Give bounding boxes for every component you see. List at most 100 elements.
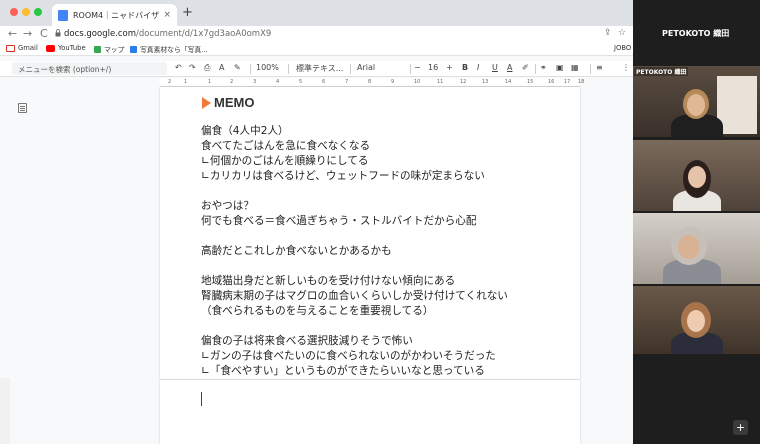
memo-heading-text: MEMO (214, 95, 255, 110)
photo-site-icon (130, 45, 137, 53)
forward-icon[interactable]: → (23, 27, 32, 40)
italic-button[interactable]: I (477, 63, 479, 72)
bookmark-youtube[interactable]: YouTube (46, 44, 86, 52)
bookmark-gmail[interactable]: Gmail (6, 44, 38, 52)
font-select[interactable]: Arial (357, 63, 375, 72)
docs-favicon-icon (58, 9, 68, 21)
reload-icon[interactable]: C (40, 27, 48, 40)
bookmark-label: Gmail (18, 44, 38, 52)
document-page-2[interactable] (160, 380, 580, 444)
memo-line: ∟ガンの子は食べたいのに食べられないのがかわいそうだった (201, 350, 496, 362)
toolbar-divider (410, 64, 411, 74)
speaker-banner: PETOKOTO 織田 (662, 29, 730, 38)
video-tile-2[interactable] (633, 140, 760, 211)
memo-line: 高齢だとこれしか食べないとかあるかも (201, 245, 392, 257)
ruler-tick-label: 1 (208, 79, 212, 85)
highlight-icon[interactable]: ✐ (522, 63, 529, 72)
back-icon[interactable]: ← (8, 27, 17, 40)
play-arrow-icon (202, 96, 211, 109)
ruler-tick-label: 10 (414, 79, 421, 85)
memo-line (201, 259, 576, 274)
video-tile-1[interactable]: PETOKOTO 織田 (633, 66, 760, 137)
youtube-icon (46, 44, 55, 52)
tab-title: ROOM4｜ニャドバイザー座談会 (73, 10, 160, 20)
url-field[interactable]: docs.google.com/document/d/1x7gd3aoA0omX… (64, 29, 271, 39)
ruler-tick-label: 17 (564, 79, 571, 85)
spellcheck-icon[interactable]: A (219, 63, 224, 72)
memo-line (201, 229, 576, 244)
new-tab-button[interactable]: + (182, 5, 193, 20)
text-color-button[interactable]: A (507, 63, 512, 72)
memo-line: ∟何個かのごはんを順繰りにしてる (201, 155, 369, 167)
ruler-tick-label: 7 (345, 79, 349, 85)
document-page[interactable]: MEMO 偏食（4人中2人） 食べてたごはんを急に食べなくなる ∟何個かのごはんを順… (160, 87, 580, 379)
maps-icon (94, 45, 101, 53)
ruler-tick-label: 5 (299, 79, 303, 85)
memo-line: 偏食の子は将来食べる選択肢減りそうで怖い (201, 335, 413, 347)
memo-line: （食べられるものを与えることを重要視してる） (201, 305, 434, 317)
zoom-window-button[interactable] (34, 8, 42, 16)
comment-icon[interactable]: ▣ (556, 63, 564, 72)
ruler-tick-label: 4 (276, 79, 280, 85)
gmail-icon (6, 44, 15, 52)
video-tile-4[interactable] (633, 286, 760, 354)
ruler-tick-label: 15 (527, 79, 534, 85)
memo-line: ∟カリカリは食べるけど、ウェットフードの味が定まらない (201, 170, 485, 182)
align-icon[interactable]: ≡ (596, 63, 603, 72)
font-size-minus-button[interactable]: − (414, 63, 421, 72)
toolbar-divider (535, 64, 536, 74)
minimize-window-button[interactable] (22, 8, 30, 16)
redo-icon[interactable]: ↷ (189, 63, 196, 72)
bookmark-star-icon[interactable]: ☆ (618, 28, 626, 38)
video-tile-3[interactable] (633, 213, 760, 284)
ruler-tick-label: 2 (168, 79, 172, 85)
bookmark-maps[interactable]: マップ (94, 44, 124, 54)
ruler-tick-label: 12 (460, 79, 467, 85)
toolbar-divider (350, 64, 351, 74)
zoom-select[interactable]: 100% (256, 63, 279, 72)
font-size-plus-button[interactable]: + (446, 63, 453, 72)
bookmark-photo-site[interactable]: 写真素材なら「写真... (130, 44, 208, 54)
ruler-tick-label: 9 (391, 79, 395, 85)
share-icon[interactable]: ⇪ (604, 28, 612, 38)
paint-format-icon[interactable]: ✎ (234, 63, 241, 72)
underline-button[interactable]: U (492, 63, 498, 72)
tab-strip: ROOM4｜ニャドバイザー座談会 × + (0, 0, 633, 26)
participant-name: PETOKOTO 織田 (634, 67, 689, 76)
memo-line (201, 319, 576, 334)
user-label[interactable]: JOBO (614, 44, 631, 52)
docs-toolbar: メニューを検索 (option+/) ↶ ↷ ⎙ A ✎ 100% 標準テキス.… (0, 61, 633, 77)
bookmark-label: マップ (104, 46, 125, 54)
browser-window: ROOM4｜ニャドバイザー座談会 × + ← → C docs.google.c… (0, 0, 633, 444)
close-window-button[interactable] (10, 8, 18, 16)
memo-body[interactable]: 偏食（4人中2人） 食べてたごはんを急に食べなくなる ∟何個かのごはんを順繰りにして… (201, 124, 576, 379)
text-cursor (201, 392, 202, 406)
url-path: /document/d/1x7gd3aoA0omX9 (136, 29, 272, 39)
undo-icon[interactable]: ↶ (175, 63, 182, 72)
toolbar-divider (288, 64, 289, 74)
document-outline-icon[interactable] (18, 103, 27, 113)
ruler-tick-label: 3 (253, 79, 257, 85)
browser-tab[interactable]: ROOM4｜ニャドバイザー座談会 × (52, 4, 177, 26)
add-participant-button[interactable]: + (733, 420, 748, 435)
memo-line (201, 184, 576, 199)
memo-line: ∟「食べやすい」というものができたらいいなと思っている (201, 365, 485, 377)
screen: ROOM4｜ニャドバイザー座談会 × + ← → C docs.google.c… (0, 0, 760, 444)
url-host: docs.google.com (64, 29, 137, 39)
link-icon[interactable]: ⚭ (540, 63, 547, 72)
more-options-icon[interactable]: ⋮ (622, 63, 630, 72)
horizontal-ruler[interactable]: 2 1 1 2 3 4 5 6 7 8 9 10 11 12 13 14 15 16 17 18 (160, 78, 584, 87)
image-icon[interactable]: ▦ (571, 63, 579, 72)
memo-line: 地域猫出身だと新しいものを受け付けない傾向にある (201, 275, 456, 287)
style-select[interactable]: 標準テキス... (296, 63, 343, 74)
ruler-gutter (0, 78, 160, 87)
menu-search-input[interactable]: メニューを検索 (option+/) (12, 62, 167, 75)
bold-button[interactable]: B (462, 63, 468, 72)
tab-close-icon[interactable]: × (163, 10, 171, 20)
ruler-tick-label: 13 (482, 79, 489, 85)
font-size-input[interactable]: 16 (428, 63, 438, 72)
ruler-tick-label: 14 (505, 79, 512, 85)
print-icon[interactable]: ⎙ (204, 63, 210, 73)
memo-line: 何でも食べる＝食べ過ぎちゃう・ストルバイトだから心配 (201, 215, 477, 227)
address-bar: ← → C docs.google.com/document/d/1x7gd3a… (0, 26, 633, 42)
